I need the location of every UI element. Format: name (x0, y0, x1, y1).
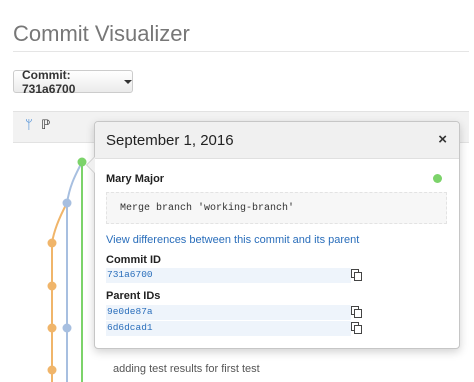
graph-edge (51, 202, 68, 244)
parent-id-row: 9e0de87a (106, 305, 351, 320)
popover-arrow-inner (87, 157, 95, 173)
copy-icon[interactable] (351, 306, 362, 318)
commit-message: Merge branch 'working-branch' (120, 203, 295, 214)
commit-node-orange[interactable] (47, 238, 57, 248)
commit-select-label: Commit: 731a6700 (22, 67, 76, 96)
parent-id-value[interactable]: 9e0de87a (107, 306, 153, 317)
close-icon[interactable]: × (438, 131, 447, 148)
commit-node-orange[interactable] (47, 323, 57, 333)
parent-ids-label: Parent IDs (106, 290, 161, 302)
commit-message-box: Merge branch 'working-branch' (106, 192, 447, 224)
parent-id-row: 6d6dcad1 (106, 321, 351, 336)
commit-node-blue[interactable] (62, 323, 72, 333)
branch-fork-icon[interactable]: ᛘ (25, 118, 33, 133)
caret-down-icon (124, 79, 132, 84)
commit-node-orange[interactable] (47, 281, 57, 291)
commit-details-popover: September 1, 2016 × Mary Major Merge bra… (86, 121, 460, 349)
commit-author: Mary Major (106, 173, 165, 185)
view-diff-link[interactable]: View differences between this commit and… (106, 234, 359, 246)
graph-edge (66, 161, 83, 204)
page-title: Commit Visualizer (13, 21, 190, 46)
commit-node-orange[interactable] (47, 365, 57, 375)
branch-merge-icon[interactable]: ℙ (41, 118, 50, 133)
copy-icon[interactable] (351, 322, 362, 334)
popover-header: September 1, 2016 × (95, 122, 459, 159)
copy-icon[interactable] (351, 269, 362, 281)
parent-id-value[interactable]: 6d6dcad1 (107, 322, 153, 333)
commit-select-button[interactable]: Commit: 731a6700 (13, 67, 133, 96)
status-dot (433, 174, 442, 183)
commit-log-message[interactable]: adding test results for first test (113, 363, 260, 375)
commit-id-row: 731a6700 (106, 268, 351, 283)
title-divider (13, 51, 469, 52)
commit-id-value[interactable]: 731a6700 (107, 269, 153, 280)
commit-id-label: Commit ID (106, 254, 161, 266)
commit-date: September 1, 2016 (106, 132, 234, 149)
commit-node-blue[interactable] (62, 198, 72, 208)
